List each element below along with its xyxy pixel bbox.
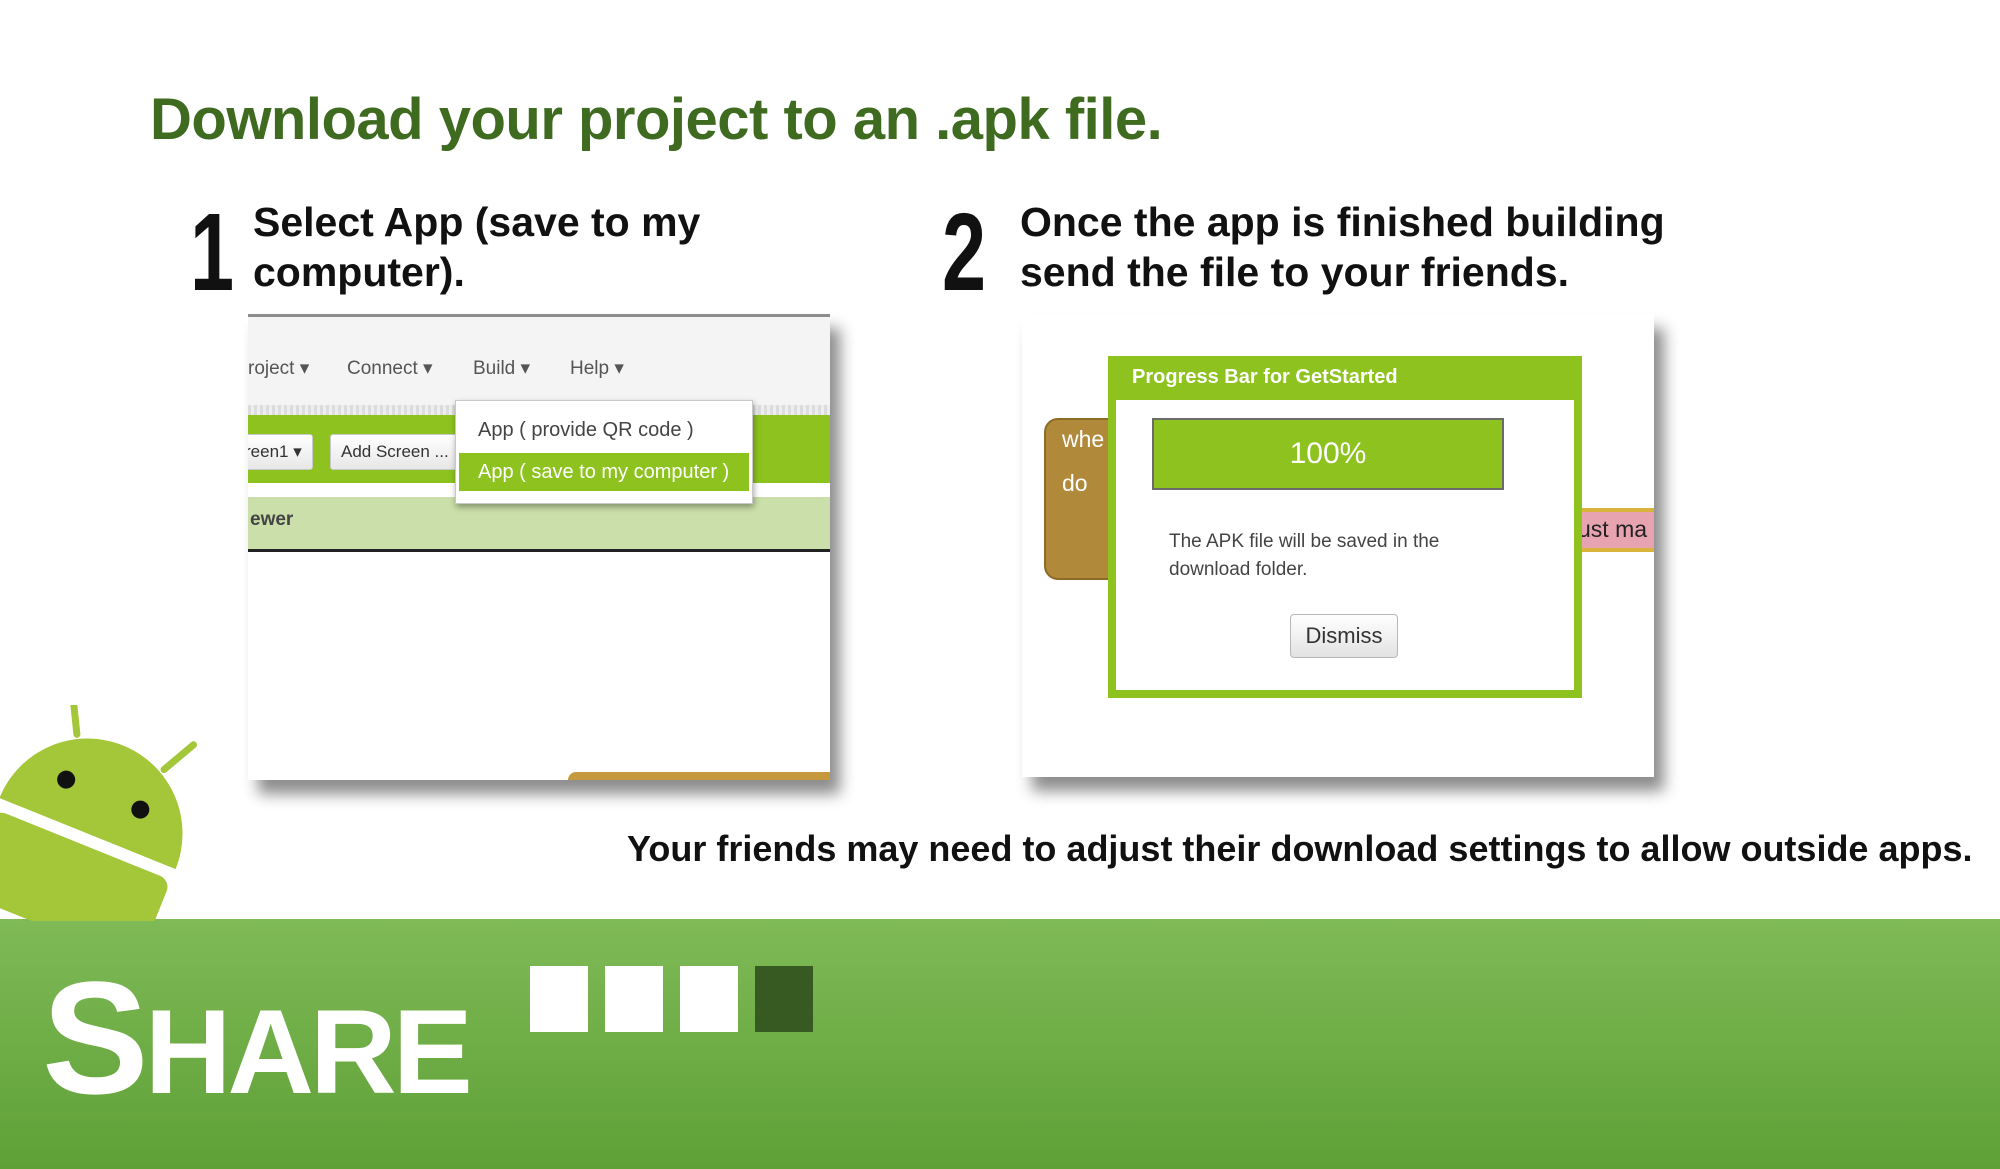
menu-build[interactable]: Build ▾ bbox=[473, 357, 530, 380]
menu-item-app-save-to-computer[interactable]: App ( save to my computer ) bbox=[459, 453, 749, 491]
banner-square-1 bbox=[530, 966, 588, 1032]
step-1-number: 1 bbox=[190, 191, 235, 314]
share-heading: SHARE bbox=[42, 948, 473, 1127]
dismiss-button[interactable]: Dismiss bbox=[1290, 614, 1398, 658]
build-dropdown: App ( provide QR code ) App ( save to my… bbox=[455, 400, 753, 504]
event-block-when: whe bbox=[1062, 426, 1105, 452]
text-block-label: ust ma bbox=[1578, 516, 1648, 542]
viewer-divider bbox=[248, 549, 830, 552]
progress-dialog-title: Progress Bar for GetStarted bbox=[1132, 366, 1398, 388]
block-fragment bbox=[568, 772, 830, 780]
page-title: Download your project to an .apk file. bbox=[150, 87, 1163, 152]
banner-square-4 bbox=[755, 966, 813, 1032]
viewer-label: ewer bbox=[250, 509, 294, 530]
progress-percentage: 100% bbox=[1289, 437, 1367, 470]
menu-bar bbox=[248, 317, 830, 407]
event-block-do: do bbox=[1062, 470, 1088, 496]
progress-message: The APK file will be saved in the downlo… bbox=[1169, 531, 1440, 580]
step-1-line-1: Select App (save to my bbox=[253, 199, 701, 245]
viewer-header bbox=[248, 497, 830, 549]
add-screen-button[interactable]: Add Screen ... bbox=[330, 434, 460, 470]
progress-screenshot: whe do ust ma Progress Bar for GetStarte… bbox=[1022, 314, 1654, 777]
step-1-line-2: computer). bbox=[253, 249, 465, 295]
step-2-number: 2 bbox=[942, 191, 987, 314]
android-robot-icon bbox=[0, 705, 197, 921]
banner-square-3 bbox=[680, 966, 738, 1032]
menu-connect[interactable]: Connect ▾ bbox=[347, 357, 433, 380]
step-2-instruction: Once the app is finished building send t… bbox=[1020, 197, 1665, 297]
menu-help[interactable]: Help ▾ bbox=[570, 357, 624, 380]
banner-square-2 bbox=[605, 966, 663, 1032]
screen-selector-button[interactable]: reen1 ▾ bbox=[248, 434, 313, 470]
step-2-line-2: send the file to your friends. bbox=[1020, 249, 1570, 295]
menu-item-app-qr-code[interactable]: App ( provide QR code ) bbox=[478, 419, 694, 442]
menu-project[interactable]: roject ▾ bbox=[248, 357, 309, 380]
download-settings-note: Your friends may need to adjust their do… bbox=[627, 828, 1973, 869]
build-menu-screenshot: roject ▾ Connect ▾ Build ▾ Help ▾ reen1 … bbox=[248, 314, 830, 780]
step-2-line-1: Once the app is finished building bbox=[1020, 199, 1665, 245]
step-1-instruction: Select App (save to my computer). bbox=[253, 197, 700, 297]
